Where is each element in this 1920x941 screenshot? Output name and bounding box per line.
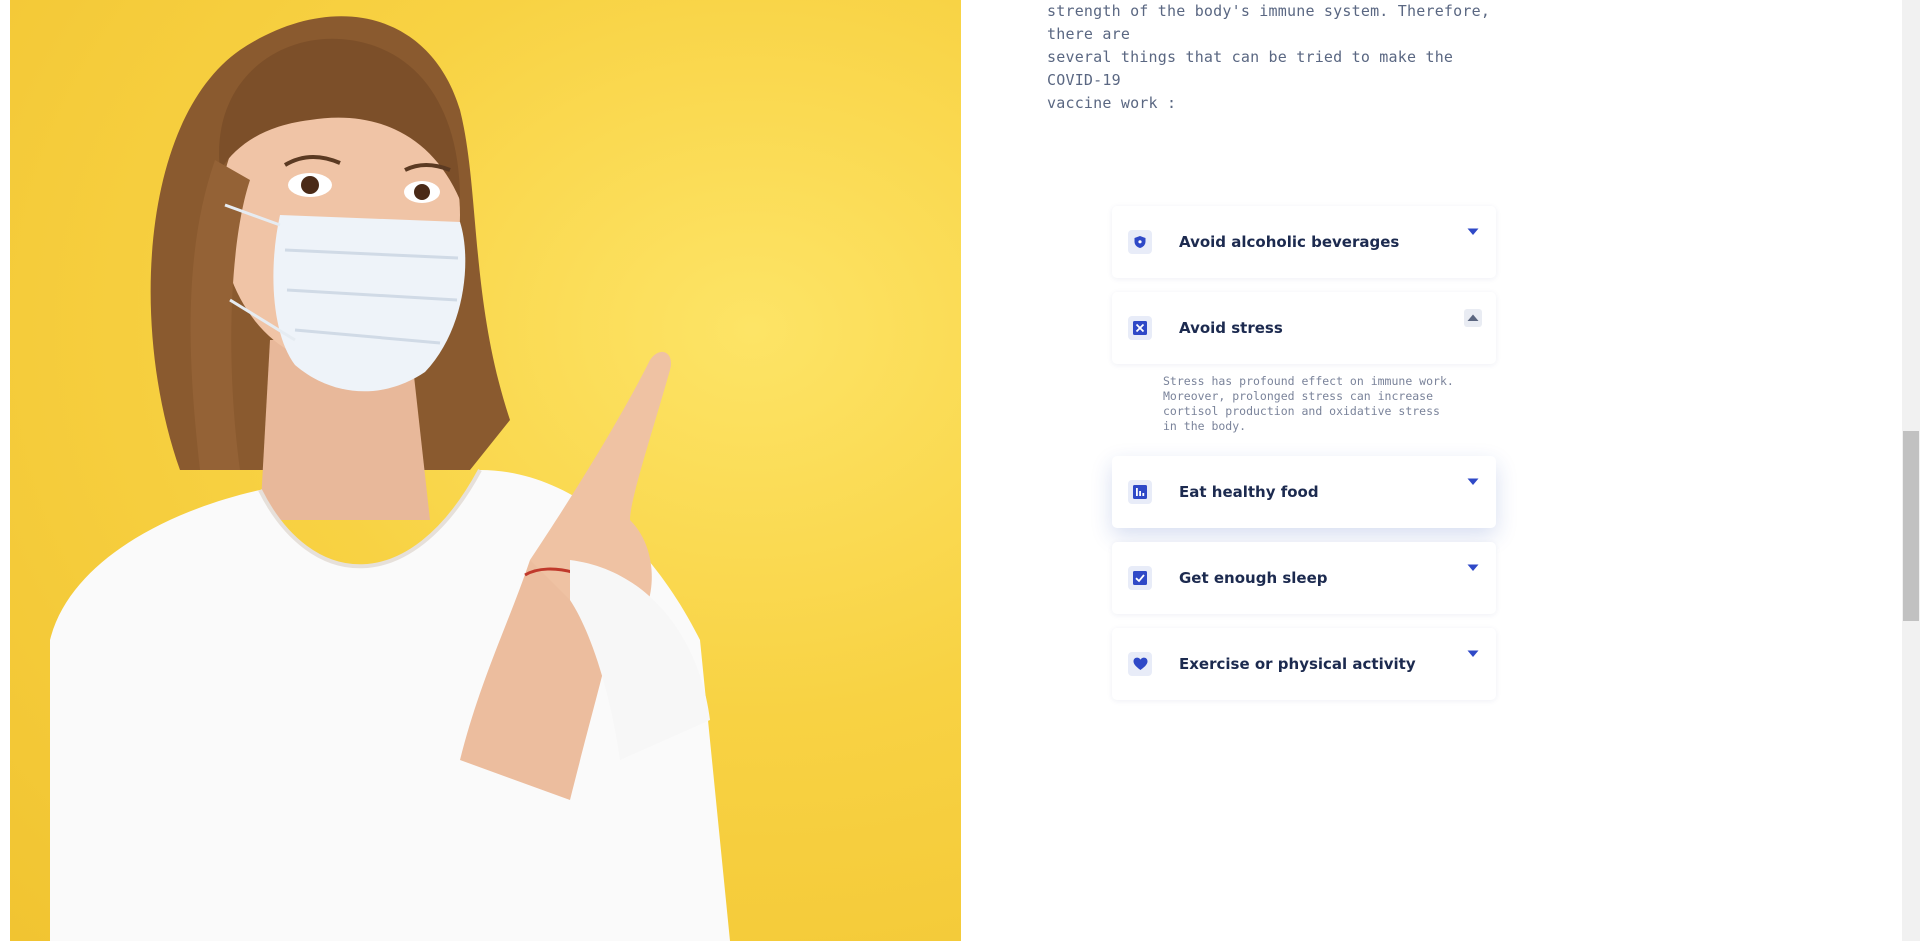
accordion-item-avoid-alcohol[interactable]: Avoid alcoholic beverages <box>1112 206 1496 278</box>
x-square-icon <box>1128 316 1152 340</box>
intro-paragraph: strength of the body's immune system. Th… <box>1047 0 1497 115</box>
bar-chart-icon <box>1128 480 1152 504</box>
hero-image <box>10 0 961 941</box>
accordion-title: Avoid alcoholic beverages <box>1179 233 1400 251</box>
accordion-body-avoid-stress: Stress has profound effect on immune wor… <box>1163 374 1454 433</box>
page-scrollbar[interactable] <box>1902 0 1920 941</box>
chevron-up-icon[interactable] <box>1464 309 1482 327</box>
chevron-down-icon[interactable] <box>1464 223 1482 241</box>
shield-icon <box>1128 230 1152 254</box>
checkbox-icon <box>1128 566 1152 590</box>
accordion-title: Eat healthy food <box>1179 483 1319 501</box>
hero-illustration <box>50 16 730 941</box>
intro-line: strength of the body's immune system. Th… <box>1047 2 1491 43</box>
accordion-item-eat-healthy-food[interactable]: Eat healthy food <box>1112 456 1496 528</box>
intro-line: several things that can be tried to make… <box>1047 48 1454 89</box>
chevron-down-icon[interactable] <box>1464 473 1482 491</box>
chevron-down-icon[interactable] <box>1464 645 1482 663</box>
accordion-item-exercise[interactable]: Exercise or physical activity <box>1112 628 1496 700</box>
scrollbar-thumb[interactable] <box>1903 431 1919 621</box>
heart-icon <box>1128 652 1152 676</box>
intro-line: vaccine work : <box>1047 94 1177 112</box>
accordion-item-get-enough-sleep[interactable]: Get enough sleep <box>1112 542 1496 614</box>
accordion-title: Avoid stress <box>1179 319 1283 337</box>
page: strength of the body's immune system. Th… <box>0 0 1920 941</box>
accordion-title: Get enough sleep <box>1179 569 1328 587</box>
chevron-down-icon[interactable] <box>1464 559 1482 577</box>
accordion-title: Exercise or physical activity <box>1179 655 1416 673</box>
accordion-item-avoid-stress[interactable]: Avoid stress <box>1112 292 1496 364</box>
tips-accordion: Avoid alcoholic beverages Avoid stress S… <box>1112 206 1496 714</box>
